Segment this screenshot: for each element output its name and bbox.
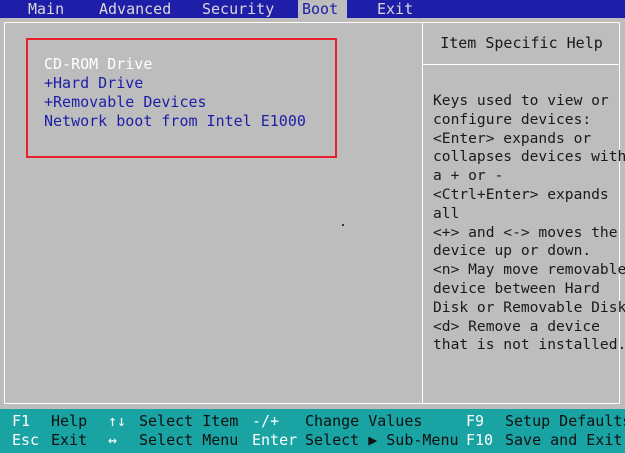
footer-desc-save-exit: Save and Exit: [505, 431, 623, 449]
help-line: a + or -: [433, 167, 504, 185]
help-line: <Ctrl+Enter> expands: [433, 185, 609, 203]
footer-key-enter: Enter: [252, 431, 298, 449]
help-line: <d> Remove a device: [433, 317, 600, 335]
help-line: collapses devices with: [433, 148, 625, 166]
help-line: Disk or Removable Disk: [433, 298, 625, 316]
help-line: configure devices:: [433, 110, 592, 128]
footer-key-esc: Esc: [12, 431, 40, 449]
footer-key-up-down: ↑↓: [108, 412, 127, 430]
help-title-separator: [423, 64, 620, 65]
help-text: Keys used to view or configure devices: …: [433, 92, 625, 355]
tab-exit[interactable]: Exit: [373, 0, 417, 18]
tab-advanced[interactable]: Advanced: [95, 0, 175, 18]
help-line: <+> and <-> moves the: [433, 223, 618, 241]
help-line: device between Hard: [433, 279, 600, 297]
mouse-cursor-dot: [342, 224, 344, 226]
red-highlight-box: [26, 38, 337, 158]
footer-desc-exit: Exit: [51, 431, 88, 449]
tab-security[interactable]: Security: [198, 0, 278, 18]
help-title: Item Specific Help: [440, 34, 603, 52]
footer-key-f1: F1: [12, 412, 31, 430]
help-line: device up or down.: [433, 242, 592, 260]
help-line: all: [433, 204, 460, 222]
footer-desc-select-menu: Select Menu: [139, 431, 239, 449]
footer-key-minus-plus: -/+: [252, 412, 280, 430]
footer-desc-change-values: Change Values: [305, 412, 423, 430]
footer-desc-help: Help: [51, 412, 88, 430]
tab-main[interactable]: Main: [24, 0, 68, 18]
help-line: <n> May move removable: [433, 261, 625, 279]
help-line: that is not installed.: [433, 336, 625, 354]
help-line: Keys used to view or: [433, 92, 609, 109]
tab-boot[interactable]: Boot: [298, 0, 347, 18]
footer-desc-setup-defaults: Setup Defaults: [505, 412, 625, 430]
footer-desc-select-item: Select Item: [139, 412, 239, 430]
footer-key-f10: F10: [466, 431, 494, 449]
menu-bar: Main Advanced Security Boot Exit: [0, 0, 625, 18]
footer-key-f9: F9: [466, 412, 485, 430]
footer-desc-select-submenu: Select ▶ Sub-Menu: [305, 431, 459, 449]
help-line: <Enter> expands or: [433, 129, 592, 147]
key-help-footer: F1 Help ↑↓ Select Item -/+ Change Values…: [0, 409, 625, 453]
panel-divider: [422, 22, 423, 404]
footer-key-left-right: ↔: [108, 431, 118, 449]
